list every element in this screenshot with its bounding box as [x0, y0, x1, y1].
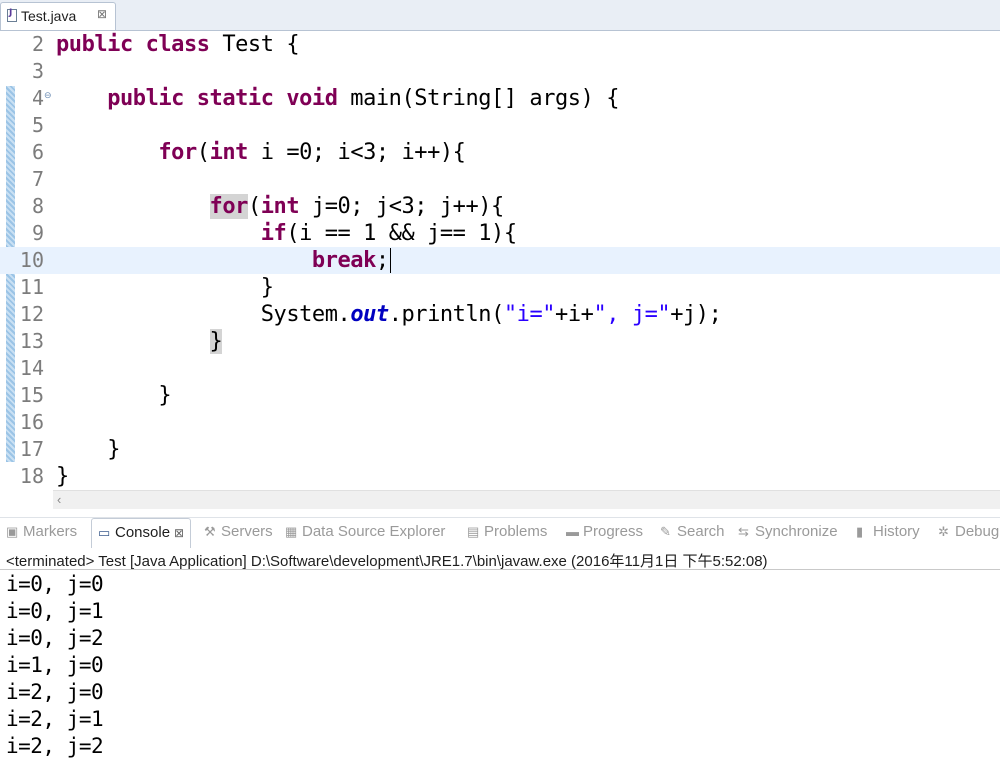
code-line-18[interactable]: 18 }	[0, 463, 1000, 490]
line-number: 4	[31, 86, 44, 110]
console-line: i=0, j=1	[6, 599, 104, 623]
code-line-7[interactable]: 7	[0, 166, 1000, 193]
code-line-6[interactable]: 6 for(int i =0; i<3; i++){	[0, 139, 1000, 166]
tab-history[interactable]: ▮ History	[856, 523, 920, 545]
code-line-8[interactable]: 8 for(int j=0; j<3; j++){	[0, 193, 1000, 220]
code-editor[interactable]: 2 public class Test { 3 4 ⊖ public stati…	[0, 31, 1000, 490]
synchronize-icon: ⇆	[738, 524, 749, 539]
console-status: <terminated> Test [Java Application] D:\…	[0, 547, 1000, 570]
matched-keyword-highlight: for	[209, 194, 248, 219]
data-source-icon: ▦	[285, 524, 298, 539]
console-icon: ▭	[98, 525, 111, 540]
console-line: i=2, j=2	[6, 734, 104, 758]
close-icon[interactable]: ⊠	[174, 526, 184, 540]
matched-bracket-highlight: }	[209, 329, 223, 354]
code-text: }	[56, 328, 223, 355]
code-line-3[interactable]: 3	[0, 58, 1000, 85]
line-number: 3	[31, 59, 44, 83]
tab-markers[interactable]: ▣ Markers	[6, 523, 77, 545]
collapse-fold-icon[interactable]: ⊖	[44, 91, 52, 101]
tab-progress[interactable]: ▬ Progress	[566, 523, 643, 545]
console-line: i=1, j=0	[6, 653, 104, 677]
code-line-16[interactable]: 16	[0, 409, 1000, 436]
code-line-4[interactable]: 4 ⊖ public static void main(String[] arg…	[0, 85, 1000, 112]
console-line: i=0, j=2	[6, 626, 104, 650]
line-number: 12	[19, 302, 44, 326]
tab-synchronize[interactable]: ⇆ Synchronize	[738, 523, 838, 545]
line-number: 15	[19, 383, 44, 407]
line-number: 9	[31, 221, 44, 245]
code-line-15[interactable]: 15 }	[0, 382, 1000, 409]
console-line: i=2, j=1	[6, 707, 104, 731]
line-number: 16	[19, 410, 44, 434]
code-text: System.out.println("i="+i+", j="+j);	[260, 302, 722, 327]
scroll-left-arrow-icon[interactable]: ‹	[57, 492, 61, 507]
view-tab-bar: ▣ Markers ▭ Console ⊠ ⚒ Servers ▦ Data Source…	[0, 517, 1000, 548]
editor-tab-bar: Test.java ⊠	[0, 0, 1000, 31]
code-text: public static void main(String[] args) {	[107, 86, 619, 111]
code-line-14[interactable]: 14	[0, 355, 1000, 382]
code-text: }	[56, 464, 69, 489]
servers-icon: ⚒	[204, 524, 216, 539]
tab-data-source-explorer[interactable]: ▦ Data Source Explorer	[285, 523, 445, 545]
java-file-icon	[7, 8, 17, 22]
line-number: 8	[31, 194, 44, 218]
text-caret	[389, 248, 391, 273]
code-line-9[interactable]: 9 if(i == 1 && j== 1){	[0, 220, 1000, 247]
code-line-2[interactable]: 2 public class Test {	[0, 31, 1000, 58]
line-number: 5	[31, 113, 44, 137]
line-number: 11	[19, 275, 44, 299]
code-text: public class Test {	[56, 32, 300, 57]
line-number: 10	[19, 248, 44, 272]
problems-icon: ▤	[467, 524, 480, 539]
debug-icon: ✲	[938, 524, 949, 539]
line-number: 6	[31, 140, 44, 164]
horizontal-scrollbar[interactable]: ‹	[53, 490, 1000, 509]
code-text: for(int i =0; i<3; i++){	[158, 140, 466, 165]
code-line-17[interactable]: 17 }	[0, 436, 1000, 463]
line-number: 14	[19, 356, 44, 380]
code-line-11[interactable]: 11 }	[0, 274, 1000, 301]
editor-tab-test-java[interactable]: Test.java ⊠	[0, 2, 116, 30]
line-number: 7	[31, 167, 44, 191]
code-line-5[interactable]: 5	[0, 112, 1000, 139]
code-line-13[interactable]: 13 }	[0, 328, 1000, 355]
code-text: for(int j=0; j<3; j++){	[209, 194, 504, 219]
tab-console[interactable]: ▭ Console ⊠	[91, 518, 192, 548]
code-text: break;	[311, 248, 391, 273]
console-status-text: <terminated> Test [Java Application] D:\…	[6, 553, 768, 570]
line-number: 13	[19, 329, 44, 353]
line-number: 17	[19, 437, 44, 461]
code-line-12[interactable]: 12 System.out.println("i="+i+", j="+j);	[0, 301, 1000, 328]
markers-icon: ▣	[6, 524, 19, 539]
search-icon: ✎	[660, 524, 671, 539]
close-icon[interactable]: ⊠	[97, 7, 107, 21]
tab-servers[interactable]: ⚒ Servers	[204, 523, 273, 545]
code-text: if(i == 1 && j== 1){	[260, 221, 517, 246]
code-text: }	[158, 383, 172, 408]
console-line: i=2, j=0	[6, 680, 104, 704]
tab-problems[interactable]: ▤ Problems	[467, 523, 547, 545]
console-output[interactable]: i=0, j=0 i=0, j=1 i=0, j=2 i=1, j=0 i=2,…	[0, 571, 1000, 765]
editor-tab-label: Test.java	[21, 8, 77, 24]
code-line-10-current[interactable]: 10 break;	[0, 247, 1000, 274]
history-icon: ▮	[856, 524, 864, 539]
line-number: 18	[19, 464, 44, 488]
code-text: }	[107, 437, 120, 462]
tab-search[interactable]: ✎ Search	[660, 523, 725, 545]
code-text: }	[260, 275, 274, 300]
tab-debug[interactable]: ✲ Debug	[938, 523, 999, 545]
line-number: 2	[31, 32, 44, 56]
progress-icon: ▬	[566, 524, 579, 539]
console-line: i=0, j=0	[6, 572, 104, 596]
